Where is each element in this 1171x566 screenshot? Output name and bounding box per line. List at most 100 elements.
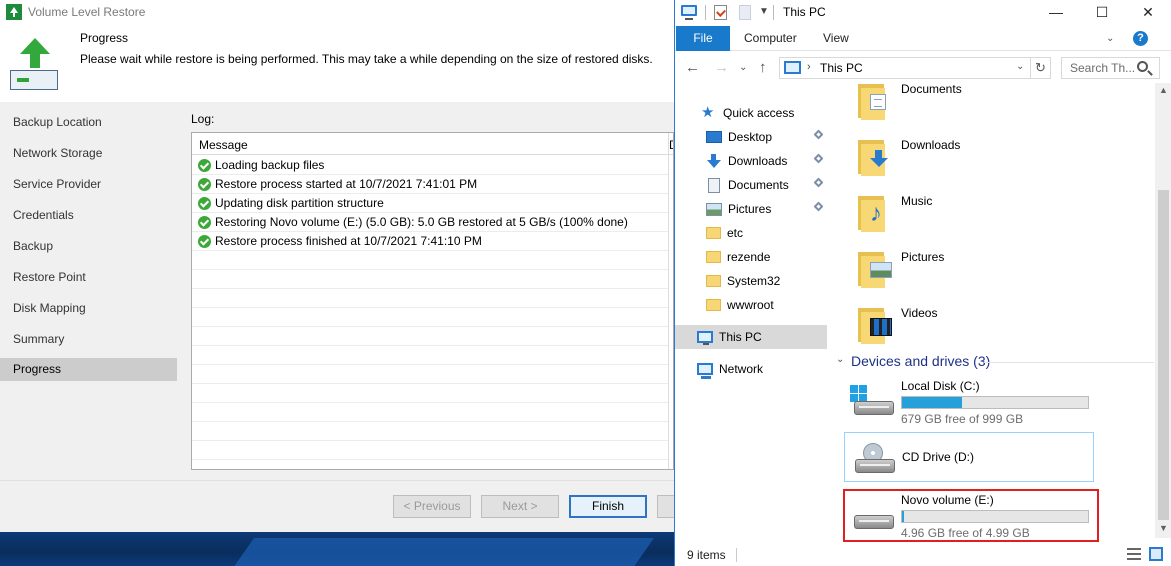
step-network-storage[interactable]: Network Storage — [0, 142, 177, 164]
devices-group-header[interactable]: ⌄ Devices and drives (3) — [836, 353, 1154, 371]
tab-view[interactable]: View — [823, 26, 849, 51]
nav-item-system32[interactable]: System32 — [675, 269, 827, 293]
address-dropdown-icon[interactable]: ⌄ — [1016, 61, 1024, 72]
windows-drive-icon — [850, 385, 894, 419]
wizard-title: Volume Level Restore — [28, 5, 146, 19]
document-icon — [708, 177, 720, 193]
folder-documents[interactable]: Documents — [844, 83, 1144, 129]
pictures-folder-icon — [858, 248, 892, 288]
scroll-down-icon[interactable]: ▼ — [1155, 523, 1171, 533]
log-row: Restore process started at 10/7/2021 7:4… — [192, 175, 668, 194]
nav-item-wwwroot[interactable]: wwwroot — [675, 293, 827, 317]
drive-novo-volume-e[interactable]: Novo volume (E:) 4.96 GB free of 4.99 GB — [844, 489, 1094, 538]
log-row-empty — [192, 346, 668, 365]
tab-computer[interactable]: Computer — [744, 26, 797, 51]
help-icon[interactable]: ? — [1133, 31, 1148, 46]
up-arrow-icon[interactable]: ↑ — [759, 59, 767, 76]
log-message: Restoring Novo volume (E:) (5.0 GB): 5.0… — [215, 215, 628, 229]
nav-item-desktop[interactable]: Desktop — [675, 125, 827, 149]
step-backup[interactable]: Backup — [0, 235, 177, 257]
nav-item-this-pc[interactable]: This PC — [675, 325, 827, 349]
log-row: Loading backup files — [192, 156, 668, 175]
expand-ribbon-chevron-icon[interactable]: ⌄ — [1106, 33, 1114, 44]
minimize-button[interactable]: — — [1033, 0, 1079, 24]
folder-icon — [706, 251, 721, 263]
step-service-provider[interactable]: Service Provider — [0, 173, 177, 195]
scrollbar-thumb[interactable] — [1158, 190, 1169, 520]
refresh-icon[interactable]: ↻ — [1031, 57, 1051, 79]
step-credentials[interactable]: Credentials — [0, 204, 177, 226]
nav-item-documents[interactable]: Documents — [675, 173, 827, 197]
hard-drive-icon — [850, 499, 894, 533]
success-check-icon — [198, 234, 211, 248]
drive-usage-bar — [901, 396, 1089, 409]
customize-toolbar-chevron-icon[interactable]: ▼ — [759, 6, 769, 17]
log-row-empty — [192, 441, 668, 460]
back-arrow-icon[interactable]: ← — [685, 59, 700, 76]
success-check-icon — [198, 215, 211, 229]
log-message: Loading backup files — [215, 158, 325, 172]
nav-item-etc[interactable]: etc — [675, 221, 827, 245]
maximize-button[interactable]: ☐ — [1079, 0, 1125, 24]
step-progress[interactable]: Progress — [0, 358, 177, 381]
previous-button[interactable]: < Previous — [393, 495, 471, 518]
explorer-titlebar: ▼ This PC — ☐ ✕ — [675, 0, 1171, 26]
properties-icon[interactable] — [714, 5, 727, 20]
log-list[interactable]: Message D Loading backup files Restore p… — [191, 132, 674, 470]
folder-downloads[interactable]: Downloads — [844, 133, 1144, 185]
content-pane: Documents Downloads Music Pictures Video… — [832, 83, 1157, 538]
step-summary[interactable]: Summary — [0, 328, 177, 350]
folder-icon — [706, 299, 721, 311]
pin-icon — [813, 153, 824, 164]
folder-videos[interactable]: Videos — [844, 301, 1144, 353]
folder-pictures[interactable]: Pictures — [844, 245, 1144, 297]
cancel-button[interactable] — [657, 495, 674, 518]
tab-file[interactable]: File — [676, 26, 730, 51]
drive-cd-d[interactable]: CD Drive (D:) — [844, 432, 1094, 482]
new-folder-icon[interactable] — [739, 5, 751, 20]
large-icons-view-icon[interactable] — [1149, 547, 1163, 561]
vertical-scrollbar[interactable]: ▲ ▼ — [1155, 83, 1171, 538]
log-row: Restoring Novo volume (E:) (5.0 GB): 5.0… — [192, 213, 668, 232]
search-placeholder: Search Th... — [1070, 61, 1136, 75]
details-view-icon[interactable] — [1127, 548, 1141, 560]
search-icon — [1137, 61, 1148, 72]
next-button[interactable]: Next > — [481, 495, 559, 518]
step-description: Please wait while restore is being perfo… — [80, 52, 653, 66]
address-box[interactable]: › This PC ⌄ — [779, 57, 1031, 79]
wizard-header: Progress Please wait while restore is be… — [0, 24, 674, 102]
drive-local-disk-c[interactable]: Local Disk (C:) 679 GB free of 999 GB — [844, 375, 1094, 426]
nav-item-pictures[interactable]: Pictures — [675, 197, 827, 221]
nav-quick-access[interactable]: Quick access — [675, 101, 827, 125]
nav-item-rezende[interactable]: rezende — [675, 245, 827, 269]
recent-locations-chevron-icon[interactable]: ⌄ — [739, 62, 747, 73]
address-path[interactable]: This PC — [820, 61, 863, 75]
breadcrumb-chevron-icon[interactable]: › — [807, 61, 811, 73]
log-row-empty — [192, 270, 668, 289]
desktop-background — [0, 532, 674, 566]
this-pc-icon — [784, 61, 801, 74]
step-restore-point[interactable]: Restore Point — [0, 266, 177, 288]
this-pc-icon — [681, 5, 697, 20]
scroll-up-icon[interactable]: ▲ — [1155, 85, 1171, 95]
star-icon — [701, 103, 717, 121]
desktop-icon — [706, 131, 722, 143]
download-icon — [706, 154, 722, 168]
forward-arrow-icon[interactable]: → — [714, 59, 729, 76]
pin-icon — [813, 177, 824, 188]
log-column-message[interactable]: Message — [199, 138, 248, 152]
step-disk-mapping[interactable]: Disk Mapping — [0, 297, 177, 319]
wizard-titlebar: Volume Level Restore — [0, 0, 674, 24]
nav-item-network[interactable]: Network — [675, 357, 827, 381]
finish-button[interactable]: Finish — [569, 495, 647, 518]
log-message: Restore process finished at 10/7/2021 7:… — [215, 234, 482, 248]
step-backup-location[interactable]: Backup Location — [0, 111, 177, 133]
close-button[interactable]: ✕ — [1125, 0, 1171, 24]
folder-music[interactable]: Music — [844, 189, 1144, 241]
nav-item-downloads[interactable]: Downloads — [675, 149, 827, 173]
step-title: Progress — [80, 31, 129, 45]
collapse-chevron-icon[interactable]: ⌄ — [836, 354, 844, 365]
search-input[interactable]: Search Th... — [1061, 57, 1160, 79]
volume-level-restore-window: Volume Level Restore Progress Please wai… — [0, 0, 674, 566]
log-row-empty — [192, 422, 668, 441]
